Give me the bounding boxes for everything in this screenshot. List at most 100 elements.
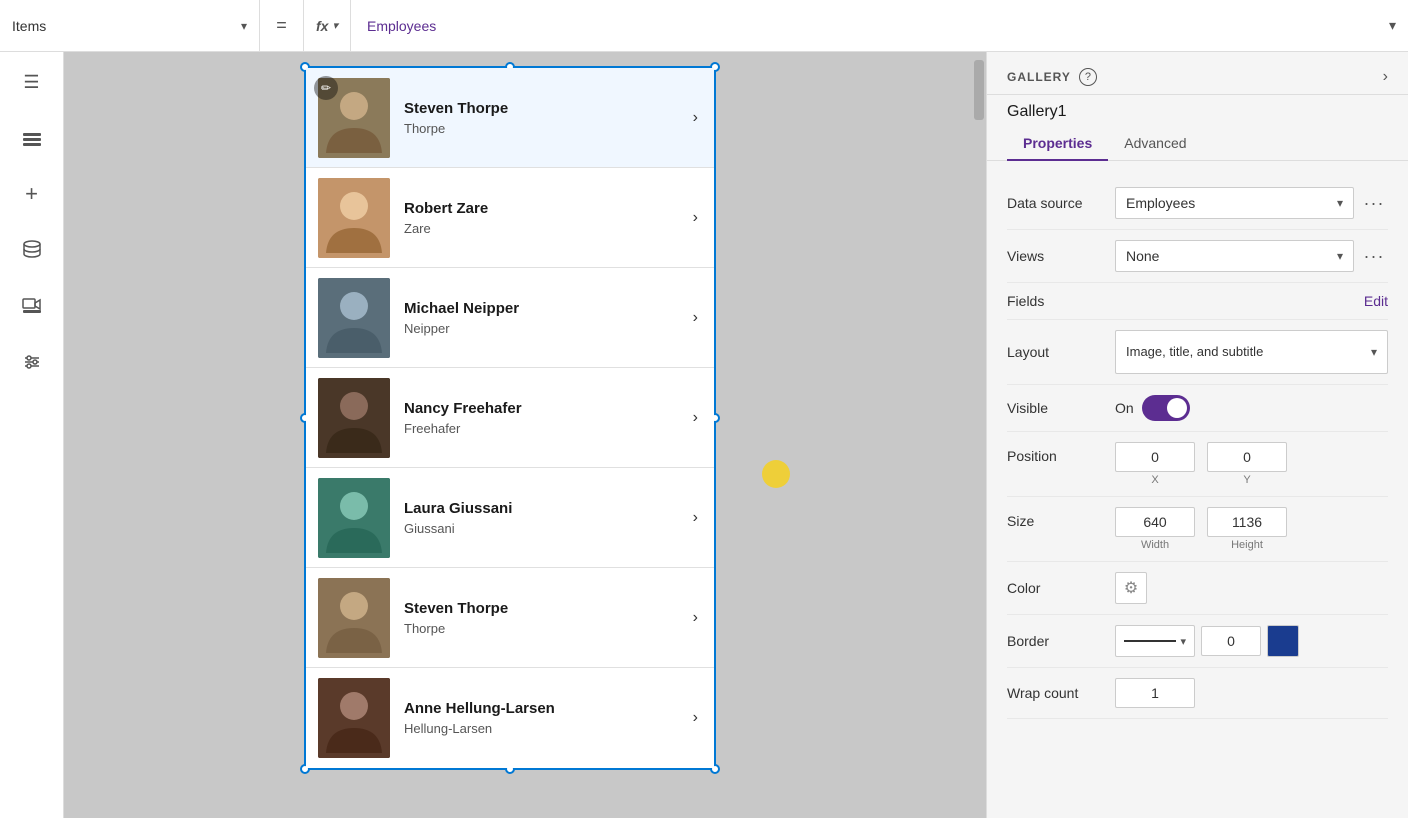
- visible-toggle[interactable]: [1142, 395, 1190, 421]
- items-label: Items: [12, 18, 233, 34]
- border-color-swatch[interactable]: [1267, 625, 1299, 657]
- gallery-text: Nancy Freehafer Freehafer: [390, 400, 693, 436]
- scrollbar-thumb[interactable]: [974, 60, 984, 120]
- items-dropdown-chevron: ▾: [241, 19, 247, 33]
- visible-control: On: [1115, 395, 1388, 421]
- wrap-count-input[interactable]: 1: [1115, 678, 1195, 708]
- canvas-scrollbar[interactable]: [972, 52, 986, 818]
- prop-fields-row: Fields Edit: [1007, 283, 1388, 320]
- formula-bar[interactable]: Employees: [351, 18, 1377, 34]
- position-y-label: Y: [1243, 474, 1250, 486]
- gallery-item[interactable]: Robert Zare Zare ›: [306, 168, 714, 268]
- sidebar-tools-icon[interactable]: [14, 344, 50, 380]
- right-panel: GALLERY ? › Gallery1 Properties Advanced…: [986, 52, 1408, 818]
- sidebar-database-icon[interactable]: [14, 232, 50, 268]
- visible-toggle-container: On: [1115, 395, 1190, 421]
- layout-chevron: ▾: [1371, 345, 1377, 359]
- fx-label: fx: [316, 18, 328, 34]
- gallery-item-name: Nancy Freehafer: [404, 400, 693, 417]
- layout-label: Layout: [1007, 344, 1107, 360]
- gallery-item-subtitle: Freehafer: [404, 421, 693, 436]
- tab-advanced[interactable]: Advanced: [1108, 125, 1202, 161]
- gallery-item-chevron: ›: [693, 709, 702, 727]
- gallery-item[interactable]: Laura Giussani Giussani ›: [306, 468, 714, 568]
- size-height-input[interactable]: 1136: [1207, 507, 1287, 537]
- views-label: Views: [1007, 248, 1107, 264]
- border-style-dropdown[interactable]: ▾: [1115, 625, 1195, 657]
- data-source-label: Data source: [1007, 195, 1107, 211]
- gallery-item-name: Laura Giussani: [404, 500, 693, 517]
- border-value-input[interactable]: 0: [1201, 626, 1261, 656]
- views-control: None ▾ ···: [1115, 240, 1388, 272]
- position-y-input[interactable]: 0: [1207, 442, 1287, 472]
- sidebar-layers-icon[interactable]: [14, 120, 50, 156]
- prop-border-row: Border ▾ 0: [1007, 615, 1388, 668]
- visible-on-label: On: [1115, 400, 1134, 416]
- gallery-item-name: Michael Neipper: [404, 300, 693, 317]
- panel-back-button[interactable]: ›: [1383, 68, 1388, 86]
- data-source-chevron: ▾: [1337, 196, 1343, 210]
- gallery-item[interactable]: Steven Thorpe Thorpe ›: [306, 568, 714, 668]
- gallery-photo: [318, 678, 390, 758]
- color-swatch[interactable]: ⚙: [1115, 572, 1147, 604]
- sidebar-add-icon[interactable]: +: [14, 176, 50, 212]
- fields-control: Edit: [1115, 293, 1388, 309]
- fields-label: Fields: [1007, 293, 1107, 309]
- color-label: Color: [1007, 580, 1107, 596]
- gallery-text: Robert Zare Zare: [390, 200, 693, 236]
- left-sidebar: ☰ +: [0, 52, 64, 818]
- gallery-text: Laura Giussani Giussani: [390, 500, 693, 536]
- gallery-item-chevron: ›: [693, 409, 702, 427]
- gallery-item-name: Anne Hellung-Larsen: [404, 700, 693, 717]
- prop-visible-row: Visible On: [1007, 385, 1388, 432]
- sidebar-hamburger-icon[interactable]: ☰: [14, 64, 50, 100]
- fx-button[interactable]: fx ▾: [304, 0, 351, 51]
- cursor-indicator: [762, 460, 790, 488]
- gallery-item-subtitle: Hellung-Larsen: [404, 721, 693, 736]
- color-control: ⚙: [1115, 572, 1388, 604]
- items-dropdown[interactable]: Items ▾: [0, 0, 260, 51]
- data-source-value: Employees: [1126, 195, 1195, 211]
- panel-header: GALLERY ? ›: [987, 52, 1408, 95]
- border-style-chevron: ▾: [1180, 635, 1186, 648]
- border-line-preview: [1124, 640, 1176, 642]
- data-source-more-btn[interactable]: ···: [1360, 189, 1388, 217]
- views-more-btn[interactable]: ···: [1360, 242, 1388, 270]
- formula-dropdown-btn[interactable]: ▾: [1377, 0, 1408, 51]
- gallery-photo: [318, 278, 390, 358]
- fx-chevron: ▾: [332, 19, 338, 32]
- color-swatch-icon: ⚙: [1124, 578, 1138, 598]
- data-source-dropdown[interactable]: Employees ▾: [1115, 187, 1354, 219]
- layout-dropdown[interactable]: Image, title, and subtitle ▾: [1115, 330, 1388, 374]
- gallery-item-subtitle: Thorpe: [404, 121, 693, 136]
- properties-content: Data source Employees ▾ ··· Views None ▾: [987, 161, 1408, 735]
- sidebar-media-icon[interactable]: [14, 288, 50, 324]
- fields-edit-link[interactable]: Edit: [1364, 293, 1388, 309]
- position-x-group: 0 X: [1115, 442, 1195, 486]
- position-x-input[interactable]: 0: [1115, 442, 1195, 472]
- gallery-widget[interactable]: ✏ Steven Thorpe Thorpe ›: [304, 66, 716, 770]
- views-dropdown[interactable]: None ▾: [1115, 240, 1354, 272]
- toggle-knob: [1167, 398, 1187, 418]
- gallery-item-name: Steven Thorpe: [404, 600, 693, 617]
- gallery-item[interactable]: Nancy Freehafer Freehafer ›: [306, 368, 714, 468]
- gallery-text: Steven Thorpe Thorpe: [390, 100, 693, 136]
- edit-pencil-icon[interactable]: ✏: [314, 76, 338, 100]
- gallery-item[interactable]: ✏ Steven Thorpe Thorpe ›: [306, 68, 714, 168]
- views-chevron: ▾: [1337, 249, 1343, 263]
- size-inputs: 640 Width 1136 Height: [1115, 507, 1287, 551]
- gallery-item-subtitle: Neipper: [404, 321, 693, 336]
- canvas-area[interactable]: ✏ Steven Thorpe Thorpe ›: [64, 52, 986, 818]
- position-y-group: 0 Y: [1207, 442, 1287, 486]
- prop-data-source-row: Data source Employees ▾ ···: [1007, 177, 1388, 230]
- panel-gallery-label: GALLERY: [1007, 70, 1071, 84]
- gallery-text: Steven Thorpe Thorpe: [390, 600, 693, 636]
- tab-properties[interactable]: Properties: [1007, 125, 1108, 161]
- size-width-input[interactable]: 640: [1115, 507, 1195, 537]
- gallery-item-name: Robert Zare: [404, 200, 693, 217]
- gallery-item[interactable]: Anne Hellung-Larsen Hellung-Larsen ›: [306, 668, 714, 768]
- panel-help-icon[interactable]: ?: [1079, 68, 1097, 86]
- views-value: None: [1126, 248, 1159, 264]
- prop-views-row: Views None ▾ ···: [1007, 230, 1388, 283]
- gallery-item[interactable]: Michael Neipper Neipper ›: [306, 268, 714, 368]
